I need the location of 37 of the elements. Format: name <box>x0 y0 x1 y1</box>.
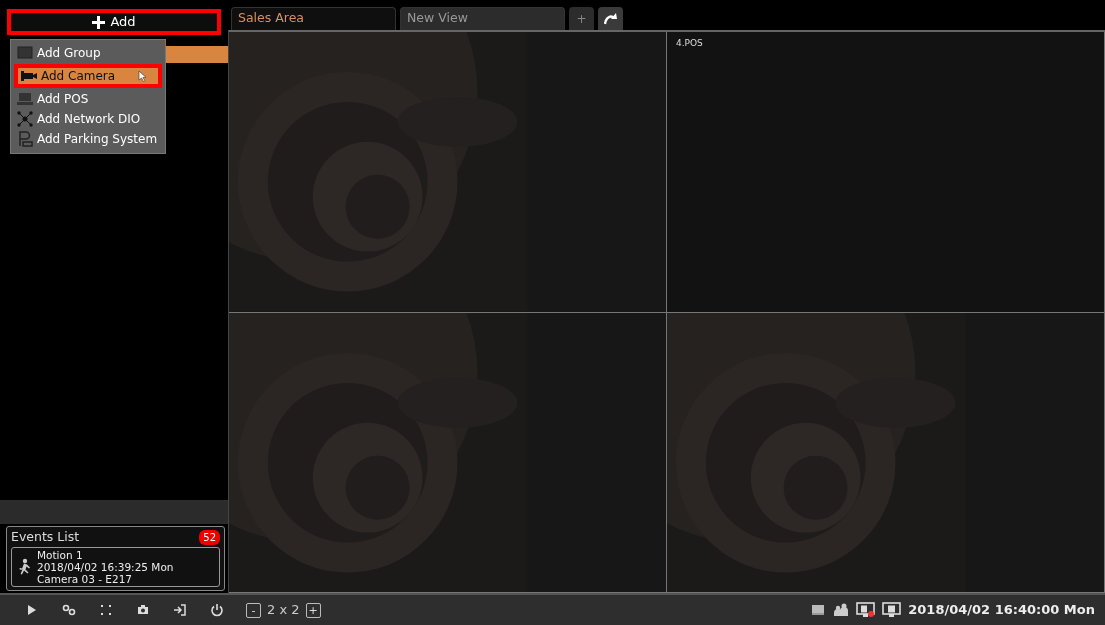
video-cell[interactable]: 4.POS <box>667 32 1105 313</box>
fullscreen-icon[interactable] <box>98 602 114 618</box>
layout-size-label: 2 x 2 <box>267 601 300 620</box>
event-text-line: Camera 03 - E217 <box>37 572 134 585</box>
menu-item[interactable]: Add Network DIO <box>14 109 162 129</box>
plus-icon <box>92 15 106 29</box>
power-icon[interactable] <box>209 602 225 618</box>
network-nodes-icon <box>17 111 33 127</box>
logout-icon[interactable] <box>172 602 188 618</box>
people-icon[interactable] <box>832 602 851 618</box>
redo-tab-button[interactable] <box>598 7 623 30</box>
clock-text: 2018/04/02 16:40:00 Mon <box>908 601 1095 620</box>
menu-item[interactable]: Add Group <box>14 43 162 63</box>
camera-icon <box>21 68 37 84</box>
decrease-layout-button[interactable]: - <box>246 602 261 618</box>
menu-item[interactable]: Add Camera <box>14 64 162 88</box>
cell-label: 4.POS <box>676 37 703 50</box>
event-text-line: 2018/04/02 16:39:25 Mon <box>37 560 174 573</box>
add-button[interactable]: Add <box>7 9 221 35</box>
event-item[interactable]: Motion 1 2018/04/02 16:39:25 Mon Camera 03 - E217 <box>11 546 220 587</box>
events-list-title: Events List <box>11 528 80 547</box>
monitor-one-icon[interactable] <box>856 602 877 618</box>
parking-icon <box>17 131 33 147</box>
monitor-two-icon[interactable] <box>882 602 903 618</box>
menu-item[interactable]: Add Parking System <box>14 129 162 149</box>
add-tab-button[interactable]: + <box>569 7 594 30</box>
event-count-badge: 52 <box>199 529 220 545</box>
increase-layout-button[interactable]: + <box>305 602 321 618</box>
event-text-line: Motion 1 <box>37 548 84 561</box>
terminal-icon <box>17 91 33 107</box>
view-tab[interactable]: Sales Area <box>231 7 396 30</box>
view-tab[interactable]: New View <box>400 7 565 30</box>
link-icon[interactable] <box>61 602 77 618</box>
curved-arrow-icon <box>603 12 618 25</box>
cursor-icon <box>138 70 147 82</box>
menu-item[interactable]: Add POS <box>14 89 162 109</box>
folder-icon <box>17 45 33 61</box>
